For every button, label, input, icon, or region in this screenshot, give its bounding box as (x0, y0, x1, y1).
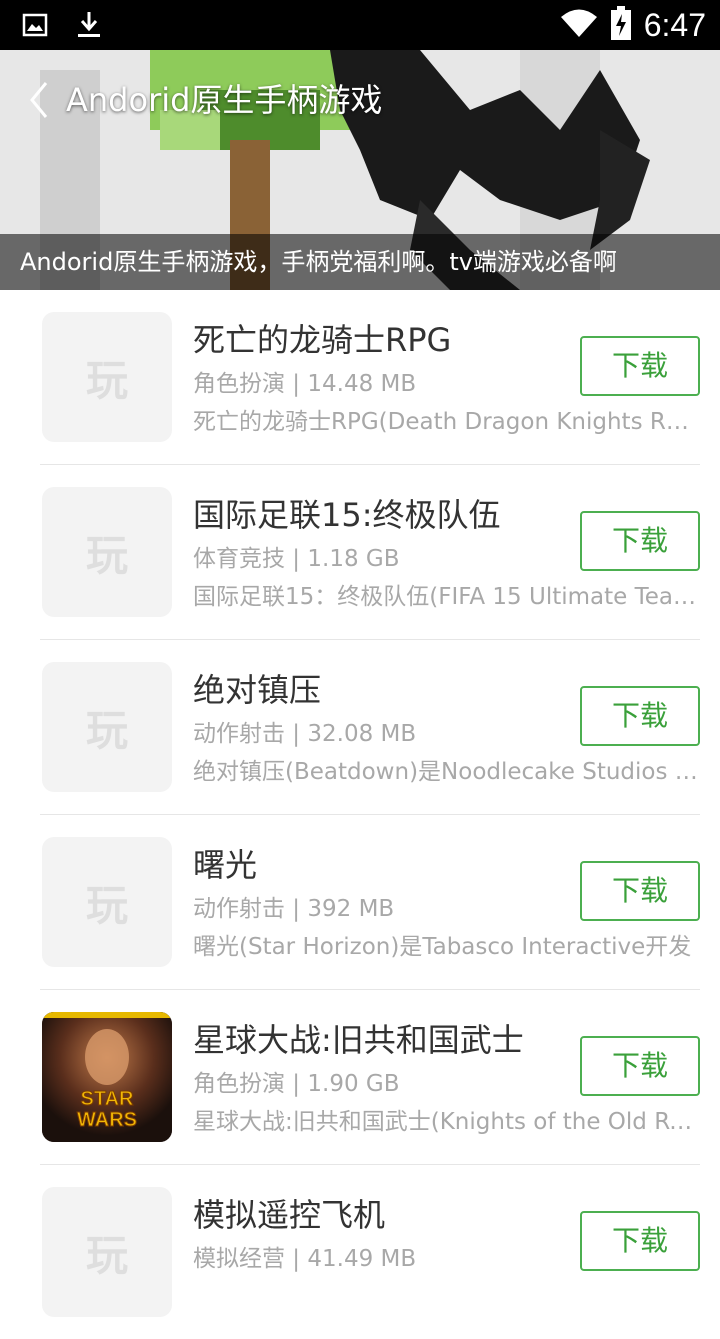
game-icon-placeholder: 玩 (42, 662, 172, 792)
toolbar: Andorid原生手柄游戏 (0, 50, 720, 150)
list-item[interactable]: 玩 模拟遥控飞机 模拟经营 | 41.49 MB 下载 (40, 1164, 700, 1339)
download-button[interactable]: 下载 (580, 686, 700, 746)
placeholder-glyph: 玩 (85, 1230, 128, 1280)
game-icon-placeholder: 玩 (42, 837, 172, 967)
status-bar: 6:47 (0, 0, 720, 50)
game-meta: 动作射击 | 32.08 MB (193, 721, 417, 747)
list-item[interactable]: 玩 国际足联15:终极队伍 体育竞技 | 1.18 GB 国际足联15：终极队伍… (40, 464, 700, 639)
download-button[interactable]: 下载 (580, 336, 700, 396)
download-button[interactable]: 下载 (580, 511, 700, 571)
star-wars-logo-top: STAR (81, 1088, 135, 1110)
image-icon (22, 12, 48, 42)
game-icon-placeholder: 玩 (42, 1187, 172, 1317)
battery-charging-icon (610, 6, 632, 44)
game-title: 绝对镇压 (193, 671, 322, 709)
list-item[interactable]: 玩 死亡的龙骑士RPG 角色扮演 | 14.48 MB 死亡的龙骑士RPG(De… (40, 290, 700, 464)
game-icon-placeholder: 玩 (42, 312, 172, 442)
game-icon-placeholder: 玩 (42, 487, 172, 617)
download-button[interactable]: 下载 (580, 861, 700, 921)
star-wars-game-icon: STAR WARS (42, 1012, 172, 1142)
game-title: 模拟遥控飞机 (193, 1196, 386, 1234)
game-title: 国际足联15:终极队伍 (193, 496, 501, 534)
placeholder-glyph: 玩 (85, 880, 128, 930)
list-item[interactable]: STAR WARS 星球大战:旧共和国武士 角色扮演 | 1.90 GB 星球大… (40, 989, 700, 1164)
game-description: 星球大战:旧共和国武士(Knights of the Old Republic) (193, 1109, 698, 1135)
game-meta: 模拟经营 | 41.49 MB (193, 1246, 417, 1272)
game-description: 绝对镇压(Beatdown)是Noodlecake Studios Inc (193, 759, 698, 785)
banner-caption-bar: Andorid原生手柄游戏，手柄党福利啊。tv端游戏必备啊 (0, 234, 720, 290)
game-list: 玩 死亡的龙骑士RPG 角色扮演 | 14.48 MB 死亡的龙骑士RPG(De… (0, 290, 720, 1339)
game-title: 星球大战:旧共和国武士 (193, 1021, 524, 1059)
star-wars-logo-bottom: WARS (77, 1109, 137, 1131)
game-meta: 角色扮演 | 14.48 MB (193, 371, 417, 397)
hero-banner: Andorid原生手柄游戏 Andorid原生手柄游戏，手柄党福利啊。tv端游戏… (0, 50, 720, 290)
game-meta: 体育竞技 | 1.18 GB (193, 546, 400, 572)
list-item[interactable]: 玩 绝对镇压 动作射击 | 32.08 MB 绝对镇压(Beatdown)是No… (40, 639, 700, 814)
game-title: 曙光 (193, 846, 258, 884)
game-description: 国际足联15：终极队伍(FIFA 15 Ultimate Team) (193, 584, 698, 610)
banner-caption: Andorid原生手柄游戏，手柄党福利啊。tv端游戏必备啊 (20, 248, 617, 276)
list-item[interactable]: 玩 曙光 动作射击 | 392 MB 曙光(Star Horizon)是Taba… (40, 814, 700, 989)
placeholder-glyph: 玩 (85, 355, 128, 405)
page-title: Andorid原生手柄游戏 (66, 81, 383, 119)
wifi-icon (560, 8, 598, 42)
download-button[interactable]: 下载 (580, 1211, 700, 1271)
game-meta: 角色扮演 | 1.90 GB (193, 1071, 400, 1097)
chevron-left-icon (28, 81, 50, 123)
back-button[interactable] (28, 82, 60, 122)
game-description: 死亡的龙骑士RPG(Death Dragon Knights RPG) (193, 409, 698, 435)
download-icon (76, 10, 102, 44)
download-button[interactable]: 下载 (580, 1036, 700, 1096)
placeholder-glyph: 玩 (85, 530, 128, 580)
clock-time: 6:47 (643, 7, 706, 43)
game-description: 曙光(Star Horizon)是Tabasco Interactive开发 (193, 934, 692, 960)
star-wars-artwork: STAR WARS (42, 1012, 172, 1142)
game-title: 死亡的龙骑士RPG (193, 321, 452, 359)
placeholder-glyph: 玩 (85, 705, 128, 755)
game-meta: 动作射击 | 392 MB (193, 896, 395, 922)
